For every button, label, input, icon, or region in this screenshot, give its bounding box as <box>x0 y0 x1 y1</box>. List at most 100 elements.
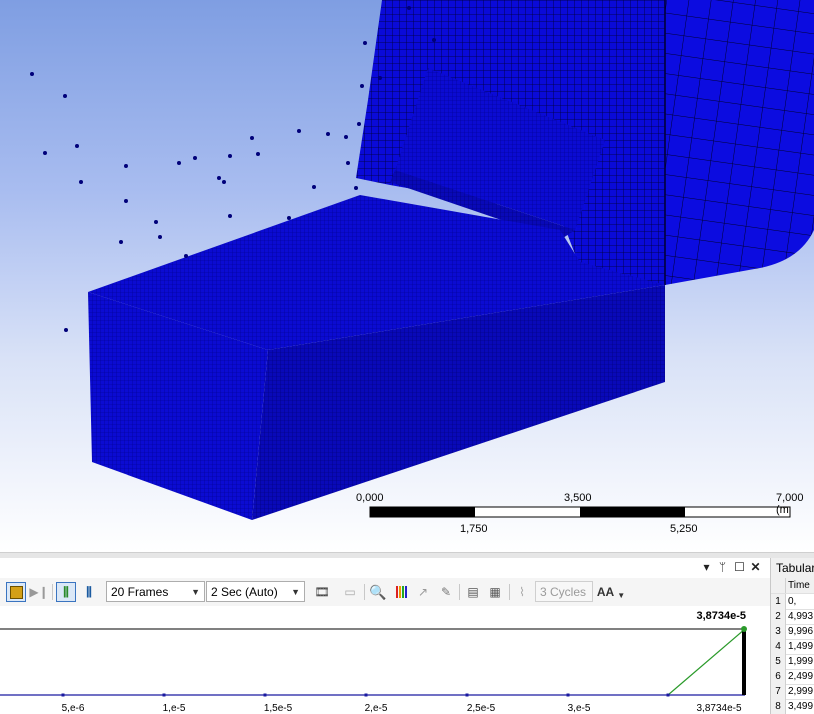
close-icon[interactable]: ✕ <box>749 561 762 574</box>
time-cell: 1,499 <box>788 641 814 652</box>
scale-label-3500: 3,500 <box>564 492 592 504</box>
pin-icon[interactable]: ᛘ <box>716 561 729 574</box>
probe-icon: ↗ <box>417 585 429 599</box>
row-number: 6 <box>771 669 786 684</box>
row-number: 5 <box>771 654 786 669</box>
row-number: 2 <box>771 609 786 624</box>
step-forward-icon: ▶❙ <box>29 585 49 599</box>
table-row[interactable]: 7 2,999 <box>771 684 814 700</box>
toolbar-separator <box>509 584 510 600</box>
frame-tick <box>566 693 570 697</box>
label-icon: ✎ <box>440 585 452 599</box>
frame-tick <box>666 693 670 697</box>
table-row[interactable]: 4 1,499 <box>771 639 814 655</box>
scale-label-1750: 1,750 <box>460 523 488 535</box>
tabular-title: Tabular <box>771 558 814 579</box>
table-header-row: Time <box>771 578 814 594</box>
chevron-down-icon: ▼ <box>617 590 626 600</box>
table-row[interactable]: 8 3,499 <box>771 699 814 714</box>
stop-button[interactable] <box>6 582 26 602</box>
distributed-frames-button[interactable]: ⫼ <box>56 582 76 602</box>
label-button[interactable]: ✎ <box>437 582 455 602</box>
peak-time-label: 3,8734e-5 <box>696 610 746 622</box>
row-number-header <box>771 578 786 593</box>
x-tick-label: 3,e-5 <box>567 703 591 714</box>
timeline-plot[interactable]: 3,8734e-5 5,e-6 1,e-5 1,5e-5 2,e-5 2,5e-… <box>0 606 770 714</box>
animation-toolbar: ▶❙ ⫼ ⫼ 20 Frames ▼ 2 Sec (Auto) ▼ 🎞 ▭ 🔍 <box>0 578 770 607</box>
table-row[interactable]: 6 2,499 <box>771 669 814 685</box>
table-row[interactable]: 1 0, <box>771 594 814 610</box>
row-number: 8 <box>771 699 786 714</box>
time-cell: 2,999 <box>788 686 814 697</box>
color-bars-icon <box>395 586 407 598</box>
graphics-viewport[interactable]: 0,000 3,500 7,000 (m 1,750 5,250 <box>0 0 814 552</box>
frame-tick <box>465 693 469 697</box>
x-tick-label: 2,5e-5 <box>466 703 496 714</box>
x-tick-label: 1,e-5 <box>162 703 186 714</box>
frames-select-value: 20 Frames <box>111 585 169 599</box>
time-cell: 3,499 <box>788 701 814 712</box>
dropdown-arrow-icon[interactable]: ▾ <box>700 561 713 574</box>
keyframe-icon: ▭ <box>344 585 356 599</box>
zoom-button[interactable]: 🔍 <box>369 582 387 602</box>
result-sets-button[interactable]: ⫼ <box>80 582 98 602</box>
scale-label-0: 0,000 <box>356 492 384 504</box>
x-tick-label: 2,e-5 <box>364 703 388 714</box>
duration-select-value: 2 Sec (Auto) <box>211 585 278 599</box>
frame-tick <box>364 693 368 697</box>
x-tick-label: 1,5e-5 <box>263 703 293 714</box>
aa-label: AA <box>596 585 615 599</box>
time-cell: 9,996 <box>788 626 814 637</box>
chevron-down-icon: ▼ <box>191 587 200 597</box>
timeline-ramp <box>667 628 746 696</box>
frame-tick <box>263 693 267 697</box>
waveform-icon: ⌇ <box>519 585 525 599</box>
toolbar-separator <box>364 584 365 600</box>
cycles-field[interactable]: 3 Cycles <box>535 581 593 602</box>
frames-select[interactable]: 20 Frames ▼ <box>106 581 205 602</box>
graph-titlebar: ▾ ᛘ ☐ ✕ <box>0 558 770 578</box>
probe-button[interactable]: ↗ <box>414 582 432 602</box>
export-video-icon: 🎞 <box>314 585 330 599</box>
row-number: 1 <box>771 594 786 609</box>
time-cell: 4,993 <box>788 611 814 622</box>
chevron-down-icon: ▼ <box>291 587 300 597</box>
cycles-graph-button[interactable]: ⌇ <box>513 582 531 602</box>
table-row[interactable]: 3 9,996 <box>771 624 814 640</box>
frame-tick <box>162 693 166 697</box>
graph-panel: ▾ ᛘ ☐ ✕ ▶❙ ⫼ ⫼ 20 Frames ▼ 2 Sec (Auto) … <box>0 558 771 714</box>
toolbar-separator <box>459 584 460 600</box>
mesh-model <box>30 0 814 520</box>
antialias-button[interactable]: AA ▼ <box>597 582 625 602</box>
chart-view-button[interactable]: ▦ <box>486 582 504 602</box>
scale-label-5250: 5,250 <box>670 523 698 535</box>
x-tick-label: 5,e-6 <box>61 703 85 714</box>
chart-icon: ▦ <box>489 585 501 599</box>
time-column-header[interactable]: Time <box>788 578 810 593</box>
x-tick-label: 3,8734e-5 <box>696 703 742 714</box>
frame-tick <box>61 693 65 697</box>
table-view-button[interactable]: ▤ <box>464 582 482 602</box>
legend-colors-button[interactable] <box>392 582 410 602</box>
stop-icon <box>9 585 23 599</box>
time-cursor[interactable] <box>742 629 746 695</box>
table-row[interactable]: 2 4,993 <box>771 609 814 625</box>
cursor-marker <box>741 626 747 632</box>
scale-bar <box>369 506 791 518</box>
timeline-chart <box>0 626 747 697</box>
export-video-button[interactable]: 🎞 <box>313 582 331 602</box>
time-cell: 0, <box>788 596 797 607</box>
duration-select[interactable]: 2 Sec (Auto) ▼ <box>206 581 305 602</box>
time-cell: 1,999 <box>788 656 814 667</box>
cycles-value: 3 Cycles <box>540 585 587 599</box>
row-number: 3 <box>771 624 786 639</box>
next-frame-button[interactable]: ▶❙ <box>29 582 49 602</box>
row-number: 7 <box>771 684 786 699</box>
toolbar-separator <box>52 584 53 600</box>
result-sets-icon: ⫼ <box>86 584 92 599</box>
keyframe-button[interactable]: ▭ <box>341 582 359 602</box>
table-row[interactable]: 5 1,999 <box>771 654 814 670</box>
time-cell: 2,499 <box>788 671 814 682</box>
maximize-icon[interactable]: ☐ <box>733 561 746 574</box>
row-number: 4 <box>771 639 786 654</box>
